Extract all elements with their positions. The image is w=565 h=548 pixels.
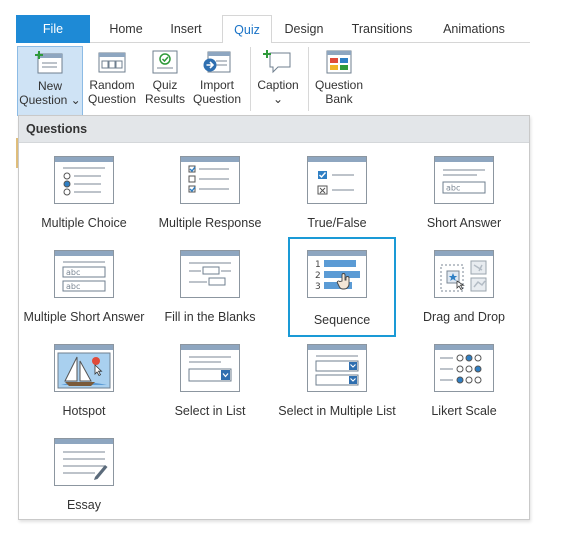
quiz-results-button[interactable]: Quiz Results [142, 46, 188, 116]
tab-insert[interactable]: Insert [158, 15, 214, 43]
caption-button[interactable]: Caption ⌄ [254, 46, 302, 116]
tab-quiz[interactable]: Quiz [222, 15, 272, 44]
tab-home[interactable]: Home [94, 15, 158, 43]
import-question-label-1: Import [199, 78, 234, 92]
seq-number: 1 [315, 260, 321, 270]
caption-label-2: ⌄ [272, 92, 284, 106]
random-question-icon [98, 52, 126, 73]
question-type-hotspot[interactable]: Hotspot [21, 338, 147, 432]
caption-icon [263, 50, 291, 74]
drag-and-drop-icon [434, 250, 494, 298]
question-type-label: Select in List [174, 404, 246, 418]
question-bank-label-2: Bank [325, 92, 353, 106]
multiple-response-icon [180, 156, 240, 204]
quiz-results-label-2: Results [144, 92, 185, 106]
question-type-label: Select in Multiple List [278, 404, 396, 418]
new-question-icon [35, 51, 63, 74]
ribbon-separator [308, 47, 309, 111]
question-type-label: True/False [307, 216, 367, 230]
random-question-label-2: Question [87, 92, 137, 106]
sequence-icon: 1 2 3 [307, 250, 367, 298]
question-type-multiple-response[interactable]: Multiple Response [147, 150, 273, 244]
caption-label-1: Caption [257, 78, 299, 92]
import-question-icon [203, 51, 231, 73]
question-type-label: Multiple Choice [41, 216, 127, 230]
select-in-list-icon [180, 344, 240, 392]
question-type-select-in-list[interactable]: Select in List [147, 338, 273, 432]
tab-file[interactable]: File [16, 15, 90, 43]
question-type-label: Short Answer [426, 216, 502, 230]
likert-scale-icon [434, 344, 494, 392]
panel-header: Questions [19, 116, 529, 143]
essay-icon [54, 438, 114, 486]
question-type-label: Multiple Short Answer [23, 310, 145, 324]
question-type-multiple-short-answer[interactable]: abc abc Multiple Short Answer [21, 244, 147, 338]
seq-number: 2 [315, 271, 321, 281]
tab-animations[interactable]: Animations [432, 15, 516, 43]
fill-in-the-blanks-icon [180, 250, 240, 298]
true-false-icon [307, 156, 367, 204]
select-in-multiple-list-icon [307, 344, 367, 392]
random-question-button[interactable]: Random Question [86, 46, 138, 116]
question-type-multiple-choice[interactable]: Multiple Choice [21, 150, 147, 244]
question-type-label: Essay [66, 498, 102, 512]
random-question-label-1: Random [89, 78, 135, 92]
multiple-choice-icon [54, 156, 114, 204]
question-type-essay[interactable]: Essay [21, 432, 147, 526]
question-type-drag-and-drop[interactable]: Drag and Drop [401, 244, 527, 338]
question-type-label: Hotspot [62, 404, 106, 418]
multiple-short-answer-icon: abc abc [54, 250, 114, 298]
question-bank-icon [326, 50, 352, 74]
question-type-label: Fill in the Blanks [164, 310, 256, 324]
abc-text: abc [66, 268, 80, 277]
question-bank-button[interactable]: Question Bank [312, 46, 366, 116]
abc-text: abc [446, 184, 460, 193]
short-answer-icon: abc [434, 156, 494, 204]
quiz-ribbon: New Question ⌄ Random Question Quiz Resu… [16, 43, 530, 116]
question-type-likert-scale[interactable]: Likert Scale [401, 338, 527, 432]
quiz-results-label-1: Quiz [152, 78, 178, 92]
question-type-label: Multiple Response [158, 216, 262, 230]
question-type-true-false[interactable]: True/False [274, 150, 400, 244]
quiz-results-icon [152, 50, 178, 74]
question-type-fill-in-the-blanks[interactable]: Fill in the Blanks [147, 244, 273, 338]
tab-design[interactable]: Design [276, 15, 332, 43]
question-type-select-in-multiple-list[interactable]: Select in Multiple List [274, 338, 400, 432]
new-question-label-2: Question ⌄ [19, 93, 81, 107]
question-bank-label-1: Question [314, 78, 364, 92]
new-question-label-1: New [37, 79, 62, 93]
new-question-dropdown: Questions Multiple Choice Multiple Respo… [18, 115, 530, 520]
ribbon-tab-bar: File Home Insert Quiz Design Transitions… [16, 15, 530, 44]
question-type-sequence[interactable]: 1 2 3 Sequence [288, 237, 396, 337]
question-type-short-answer[interactable]: abc Short Answer [401, 150, 527, 244]
seq-number: 3 [315, 282, 321, 292]
hotspot-icon [54, 344, 114, 392]
question-type-label: Drag and Drop [423, 310, 505, 324]
question-type-label: Sequence [313, 313, 371, 327]
ribbon-separator [250, 47, 251, 111]
question-type-label: Likert Scale [431, 404, 497, 418]
import-question-button[interactable]: Import Question [190, 46, 244, 116]
new-question-button[interactable]: New Question ⌄ [17, 46, 83, 116]
abc-text: abc [66, 282, 80, 291]
import-question-label-2: Question [192, 92, 242, 106]
tab-transitions[interactable]: Transitions [342, 15, 422, 43]
